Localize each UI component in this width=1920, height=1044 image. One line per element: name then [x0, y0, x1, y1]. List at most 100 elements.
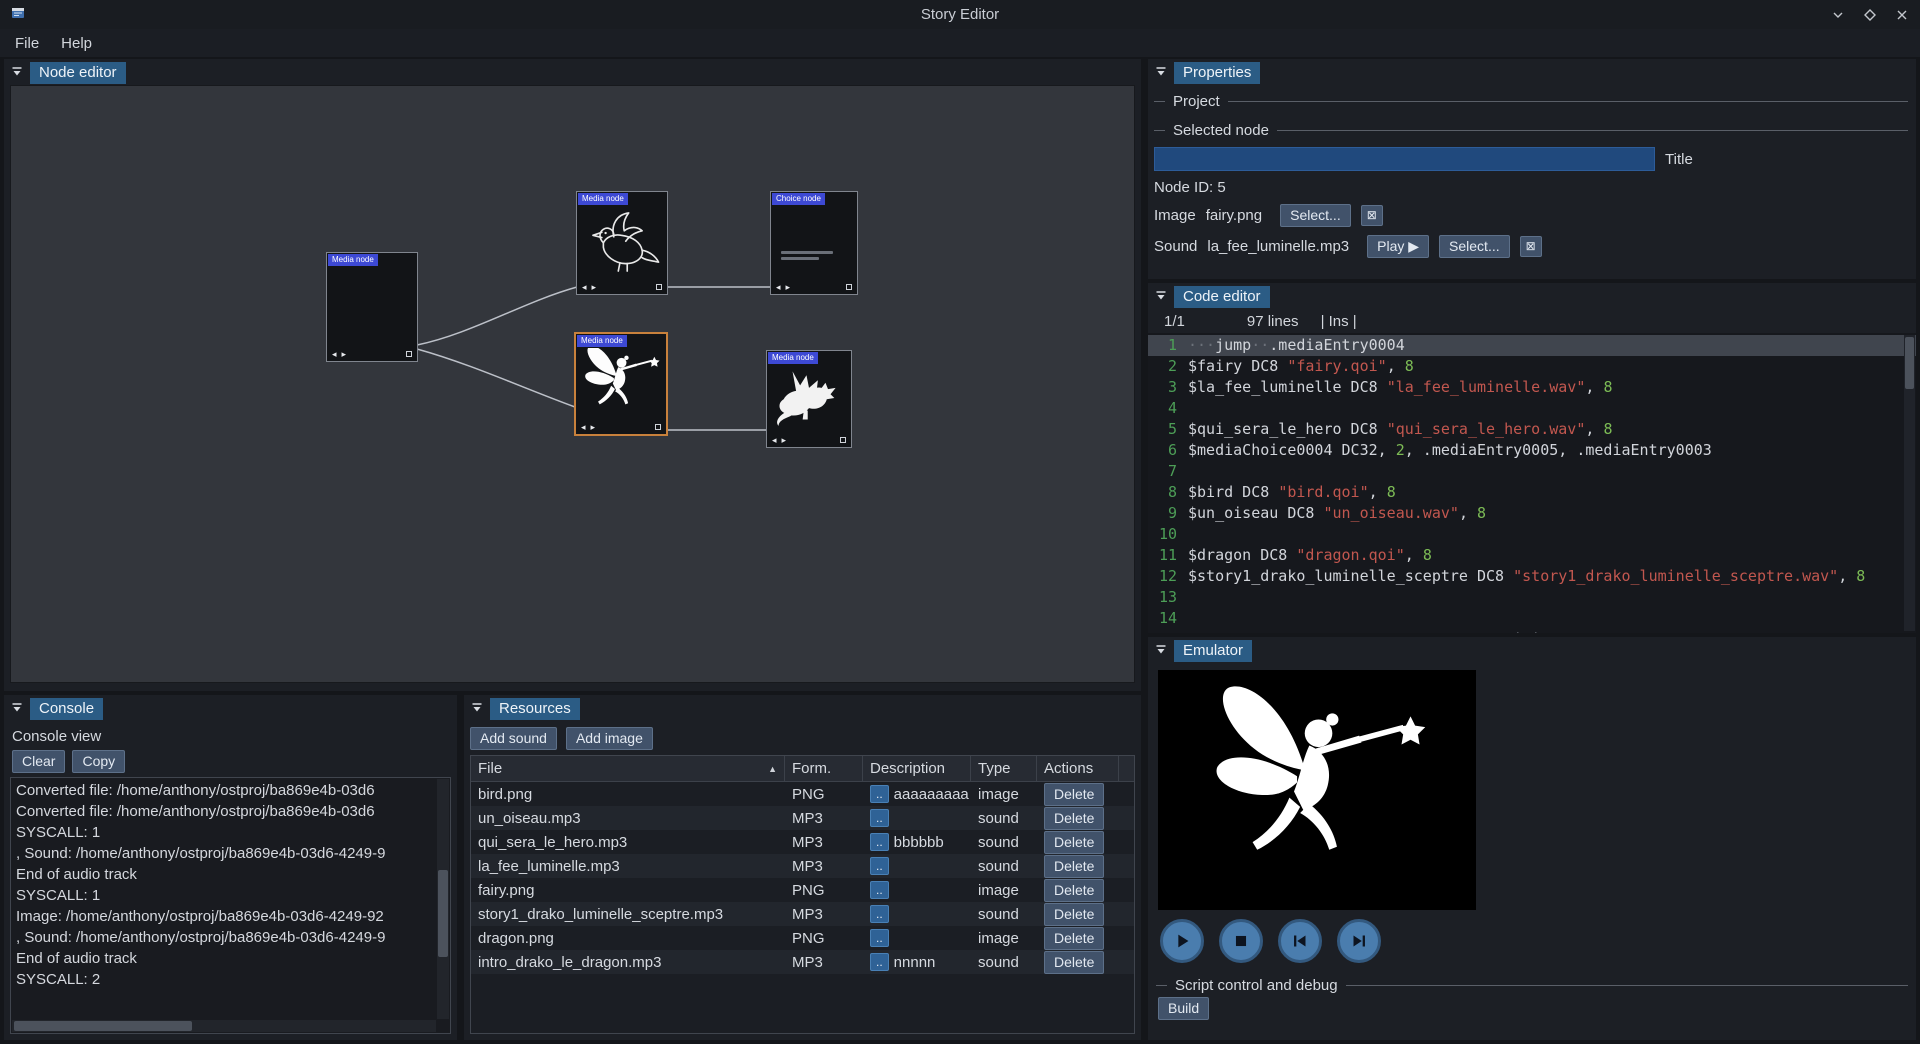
node-socket[interactable] [406, 351, 412, 357]
node-header[interactable]: Choice node [772, 193, 825, 205]
node-prev-icon[interactable]: ◂ [776, 282, 781, 292]
minimize-button[interactable] [1830, 7, 1846, 23]
node-header[interactable]: Media node [768, 352, 818, 364]
edit-description-button[interactable]: .. [870, 905, 889, 923]
node-prev-icon[interactable]: ◂ [332, 349, 337, 359]
edit-description-button[interactable]: .. [870, 833, 889, 851]
collapse-icon[interactable] [11, 65, 23, 82]
code-scrollbar[interactable] [1904, 335, 1915, 631]
node-next-icon[interactable]: ▸ [591, 422, 596, 432]
table-row[interactable]: un_oiseau.mp3MP3..soundDelete [471, 806, 1134, 830]
clear-button[interactable]: Clear [12, 750, 65, 773]
code-line[interactable]: 10 [1148, 524, 1916, 545]
node-next-icon[interactable]: ▸ [782, 435, 787, 445]
delete-button[interactable]: Delete [1044, 903, 1104, 926]
delete-button[interactable]: Delete [1044, 807, 1104, 830]
node-prev-icon[interactable]: ◂ [581, 422, 586, 432]
edit-description-button[interactable]: .. [870, 953, 889, 971]
collapse-icon[interactable] [1155, 65, 1167, 82]
code-line[interactable]: 15 Personnage Text Transition [1148, 629, 1916, 633]
code-text-area[interactable]: 1···jump··.mediaEntry00042$fairy DC8 "fa… [1148, 333, 1916, 633]
node-header[interactable]: Media node [577, 335, 627, 347]
code-line[interactable]: 8$bird DC8 "bird.qoi", 8 [1148, 482, 1916, 503]
node-canvas[interactable]: Media node ◂▸ Media node [10, 85, 1135, 683]
resources-tab[interactable]: Resources [490, 698, 580, 720]
console-output[interactable]: Converted file: /home/anthony/ostproj/ba… [10, 777, 451, 1034]
node-socket[interactable] [655, 424, 661, 430]
code-line[interactable]: 7 [1148, 461, 1916, 482]
node-prev-icon[interactable]: ◂ [772, 435, 777, 445]
code-editor-tab[interactable]: Code editor [1174, 286, 1270, 308]
edit-description-button[interactable]: .. [870, 809, 889, 827]
node-next-icon[interactable]: ▸ [786, 282, 791, 292]
node-header[interactable]: Media node [578, 193, 628, 205]
edit-description-button[interactable]: .. [870, 929, 889, 947]
table-row[interactable]: fairy.pngPNG..imageDelete [471, 878, 1134, 902]
properties-tab[interactable]: Properties [1174, 62, 1260, 84]
delete-button[interactable]: Delete [1044, 855, 1104, 878]
edit-description-button[interactable]: .. [870, 881, 889, 899]
delete-button[interactable]: Delete [1044, 951, 1104, 974]
node-header[interactable]: Media node [328, 254, 378, 266]
title-input[interactable] [1154, 147, 1655, 171]
node-controls[interactable]: ◂▸ [582, 282, 662, 292]
code-line[interactable]: 3$la_fee_luminelle DC8 "la_fee_luminelle… [1148, 377, 1916, 398]
collapse-icon[interactable] [1155, 643, 1167, 660]
delete-button[interactable]: Delete [1044, 783, 1104, 806]
table-row[interactable]: bird.pngPNG..aaaaaaaaaimageDelete [471, 782, 1134, 806]
code-line[interactable]: 12$story1_drako_luminelle_sceptre DC8 "s… [1148, 566, 1916, 587]
column-header-description[interactable]: Description [863, 756, 971, 781]
image-clear-button[interactable]: ⊠ [1361, 205, 1383, 226]
node-media-dragon[interactable]: Media node ◂▸ [766, 350, 852, 448]
collapse-icon[interactable] [11, 701, 23, 718]
delete-button[interactable]: Delete [1044, 831, 1104, 854]
node-controls[interactable]: ◂▸ [772, 435, 846, 445]
node-controls[interactable]: ◂▸ [776, 282, 852, 292]
table-row[interactable]: dragon.pngPNG..imageDelete [471, 926, 1134, 950]
add-image-button[interactable]: Add image [566, 727, 653, 750]
code-line[interactable]: 4 [1148, 398, 1916, 419]
add-sound-button[interactable]: Add sound [470, 727, 557, 750]
code-line[interactable]: 13 [1148, 587, 1916, 608]
node-next-icon[interactable]: ▸ [342, 349, 347, 359]
code-line[interactable]: 9$un_oiseau DC8 "un_oiseau.wav", 8 [1148, 503, 1916, 524]
column-header-file[interactable]: File▲ [471, 756, 785, 781]
code-line[interactable]: 5$qui_sera_le_hero DC8 "qui_sera_le_hero… [1148, 419, 1916, 440]
column-header-type[interactable]: Type [971, 756, 1037, 781]
node-media-bird[interactable]: Media node ◂▸ [576, 191, 668, 295]
node-choice[interactable]: Choice node ◂▸ [770, 191, 858, 295]
stop-button[interactable] [1219, 919, 1263, 963]
node-media-fairy[interactable]: Media node [574, 332, 668, 436]
node-socket[interactable] [656, 284, 662, 290]
node-next-icon[interactable]: ▸ [592, 282, 597, 292]
delete-button[interactable]: Delete [1044, 927, 1104, 950]
node-socket[interactable] [840, 437, 846, 443]
collapse-icon[interactable] [471, 701, 483, 718]
node-prev-icon[interactable]: ◂ [582, 282, 587, 292]
code-line[interactable]: 6$mediaChoice0004 DC32, 2, .mediaEntry00… [1148, 440, 1916, 461]
build-button[interactable]: Build [1158, 997, 1209, 1020]
sound-play-button[interactable]: Play ▶ [1367, 235, 1429, 258]
node-controls[interactable]: ◂▸ [332, 349, 412, 359]
image-select-button[interactable]: Select... [1280, 204, 1351, 227]
column-header-actions[interactable]: Actions [1037, 756, 1119, 781]
node-controls[interactable]: ◂▸ [581, 422, 661, 432]
code-line[interactable]: 2$fairy DC8 "fairy.qoi", 8 [1148, 356, 1916, 377]
step-back-button[interactable] [1278, 919, 1322, 963]
delete-button[interactable]: Delete [1044, 879, 1104, 902]
step-forward-button[interactable] [1337, 919, 1381, 963]
code-line[interactable]: 11$dragon DC8 "dragon.qoi", 8 [1148, 545, 1916, 566]
table-row[interactable]: story1_drako_luminelle_sceptre.mp3MP3..s… [471, 902, 1134, 926]
table-row[interactable]: intro_drako_le_dragon.mp3MP3..nnnnnsound… [471, 950, 1134, 974]
menu-help[interactable]: Help [50, 32, 103, 55]
node-socket[interactable] [846, 284, 852, 290]
collapse-icon[interactable] [1155, 289, 1167, 306]
copy-button[interactable]: Copy [72, 750, 125, 773]
column-header-format[interactable]: Form. [785, 756, 863, 781]
console-horizontal-scrollbar[interactable] [12, 1020, 436, 1032]
edit-description-button[interactable]: .. [870, 857, 889, 875]
node-media-intro[interactable]: Media node ◂▸ [326, 252, 418, 362]
code-line[interactable]: 14 [1148, 608, 1916, 629]
play-button[interactable] [1160, 919, 1204, 963]
maximize-button[interactable] [1862, 7, 1878, 23]
